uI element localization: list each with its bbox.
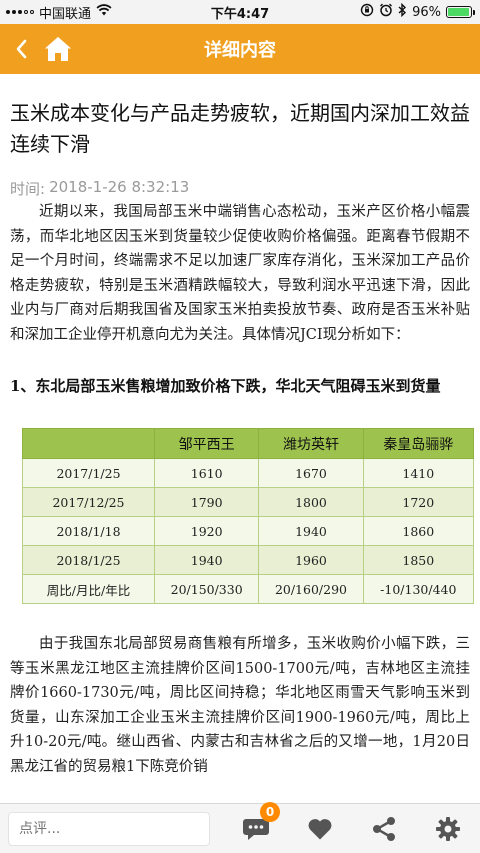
table-cell: 1790 <box>153 487 260 517</box>
time-label: 时间: <box>10 180 46 198</box>
table-cell: 2018/1/18 <box>22 516 155 546</box>
rotation-lock-icon <box>360 3 374 21</box>
table-cell: 20/160/290 <box>258 574 364 604</box>
nav-bar: 详细内容 <box>0 24 480 74</box>
table-cell: -10/130/440 <box>362 574 475 604</box>
table-cell: 1610 <box>153 458 260 488</box>
carrier-name: 中国联通 <box>39 6 92 22</box>
wifi-icon <box>96 4 112 20</box>
table-cell: 1720 <box>362 487 475 517</box>
status-bar: 中国联通 下午4:47 96% <box>0 0 480 24</box>
table-cell: 2017/1/25 <box>22 458 155 488</box>
battery-level <box>448 8 470 16</box>
table-header-cell: 邹平西王 <box>153 428 260 459</box>
article-content[interactable]: 玉米成本变化与产品走势疲软，近期国内深加工效益连续下滑 时间: 2018-1-2… <box>0 74 480 803</box>
home-icon <box>45 37 71 61</box>
table-header-cell: 秦皇岛骊骅 <box>362 428 475 459</box>
table-cell: 1920 <box>153 516 260 546</box>
table-cell: 2018/1/25 <box>22 545 155 575</box>
article-title: 玉米成本变化与产品走势疲软，近期国内深加工效益连续下滑 <box>10 101 470 156</box>
table-cell: 1410 <box>362 458 475 488</box>
share-button[interactable] <box>352 805 416 853</box>
bottom-bar: 0 <box>0 801 480 853</box>
chevron-left-icon <box>16 39 27 59</box>
settings-icon <box>436 816 460 841</box>
table-cell: 1670 <box>258 458 364 488</box>
article-paragraph: 近期以来，我国局部玉米中端销售心态松动，玉米产区价格小幅震荡，而华北地区因玉米到… <box>10 204 470 343</box>
table-header-row: 邹平西王 潍坊英轩 秦皇岛骊骅 <box>22 428 475 459</box>
home-button[interactable] <box>38 24 78 74</box>
table-row: 2017/1/25 1610 1670 1410 <box>22 458 475 488</box>
like-icon <box>308 818 332 839</box>
table-row: 2017/12/25 1790 1800 1720 <box>22 487 475 517</box>
table-header-cell <box>22 428 155 459</box>
table-cell: 1860 <box>362 516 475 546</box>
table-cell: 2017/12/25 <box>22 487 155 517</box>
share-icon <box>373 816 395 841</box>
bluetooth-icon <box>398 2 407 21</box>
table-cell: 20/150/330 <box>153 574 260 604</box>
battery-icon <box>446 6 475 18</box>
price-table: 邹平西王 潍坊英轩 秦皇岛骊骅 2017/1/25 1610 1670 1410… <box>22 428 475 604</box>
alarm-icon <box>379 3 393 21</box>
time-value: 2018-1-26 8:32:13 <box>49 178 190 196</box>
table-row: 周比/月比/年比 20/150/330 20/160/290 -10/130/4… <box>22 574 475 604</box>
back-button[interactable] <box>4 24 38 74</box>
table-cell: 1940 <box>153 545 260 575</box>
comments-button[interactable]: 0 <box>224 801 288 853</box>
comment-count-badge: 0 <box>260 801 280 822</box>
table-cell: 1800 <box>258 487 364 517</box>
table-cell: 1850 <box>362 545 475 575</box>
comment-input[interactable] <box>8 811 210 846</box>
table-row: 2018/1/18 1920 1940 1860 <box>22 516 475 546</box>
table-cell: 周比/月比/年比 <box>22 574 155 604</box>
signal-strength-icon <box>6 10 34 14</box>
battery-percent: 96% <box>412 4 441 20</box>
article-time: 时间: 2018-1-26 8:32:13 <box>10 178 470 200</box>
table-cell: 1960 <box>258 545 364 575</box>
section-heading: 1、东北局部玉米售粮增加致价格下跌，华北天气阻碍玉米到货量 <box>10 377 441 395</box>
table-header-cell: 潍坊英轩 <box>258 428 364 459</box>
table-cell: 1940 <box>258 516 364 546</box>
article-paragraph: 由于我国东北局部贸易商售粮有所增多，玉米收购价小幅下跌，三等玉米黑龙江地区主流挂… <box>10 636 470 775</box>
settings-button[interactable] <box>416 805 480 853</box>
like-button[interactable] <box>288 805 352 853</box>
table-row: 2018/1/25 1940 1960 1850 <box>22 545 475 575</box>
